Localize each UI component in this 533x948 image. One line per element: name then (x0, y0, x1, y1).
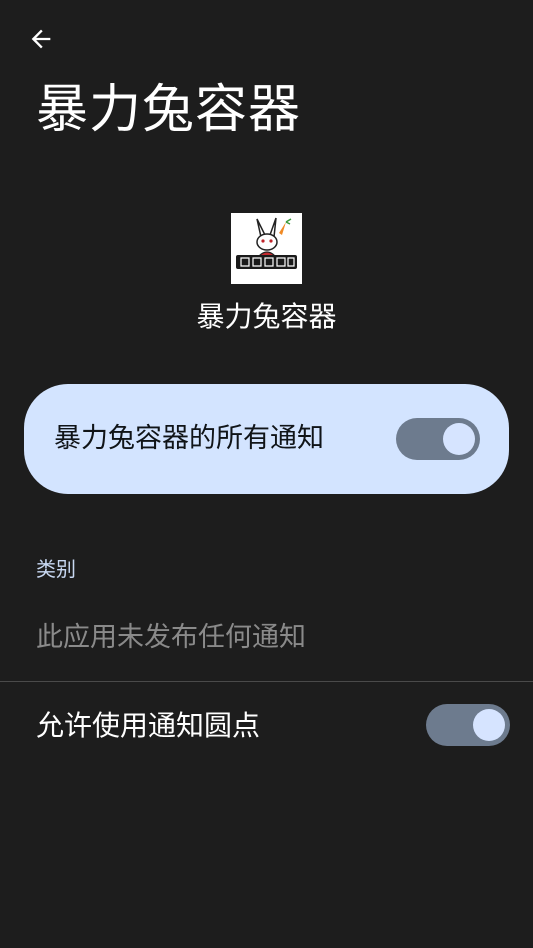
arrow-back-icon (27, 25, 55, 57)
all-notifications-label: 暴力兔容器的所有通知 (54, 423, 324, 454)
switch-thumb (443, 423, 475, 455)
page-title: 暴力兔容器 (36, 80, 302, 140)
notification-dots-switch[interactable] (426, 704, 510, 746)
switch-thumb (473, 709, 505, 741)
app-icon (231, 213, 302, 284)
all-notifications-switch[interactable] (396, 418, 480, 460)
back-button[interactable] (20, 20, 62, 62)
categories-header: 类别 (36, 557, 76, 581)
app-name: 暴力兔容器 (196, 300, 337, 333)
all-notifications-card[interactable]: 暴力兔容器的所有通知 (24, 384, 509, 494)
no-categories-text: 此应用未发布任何通知 (36, 622, 306, 653)
app-logo-image (231, 213, 302, 284)
notification-dots-label: 允许使用通知圆点 (36, 709, 261, 742)
notification-dots-row[interactable]: 允许使用通知圆点 (0, 682, 533, 768)
